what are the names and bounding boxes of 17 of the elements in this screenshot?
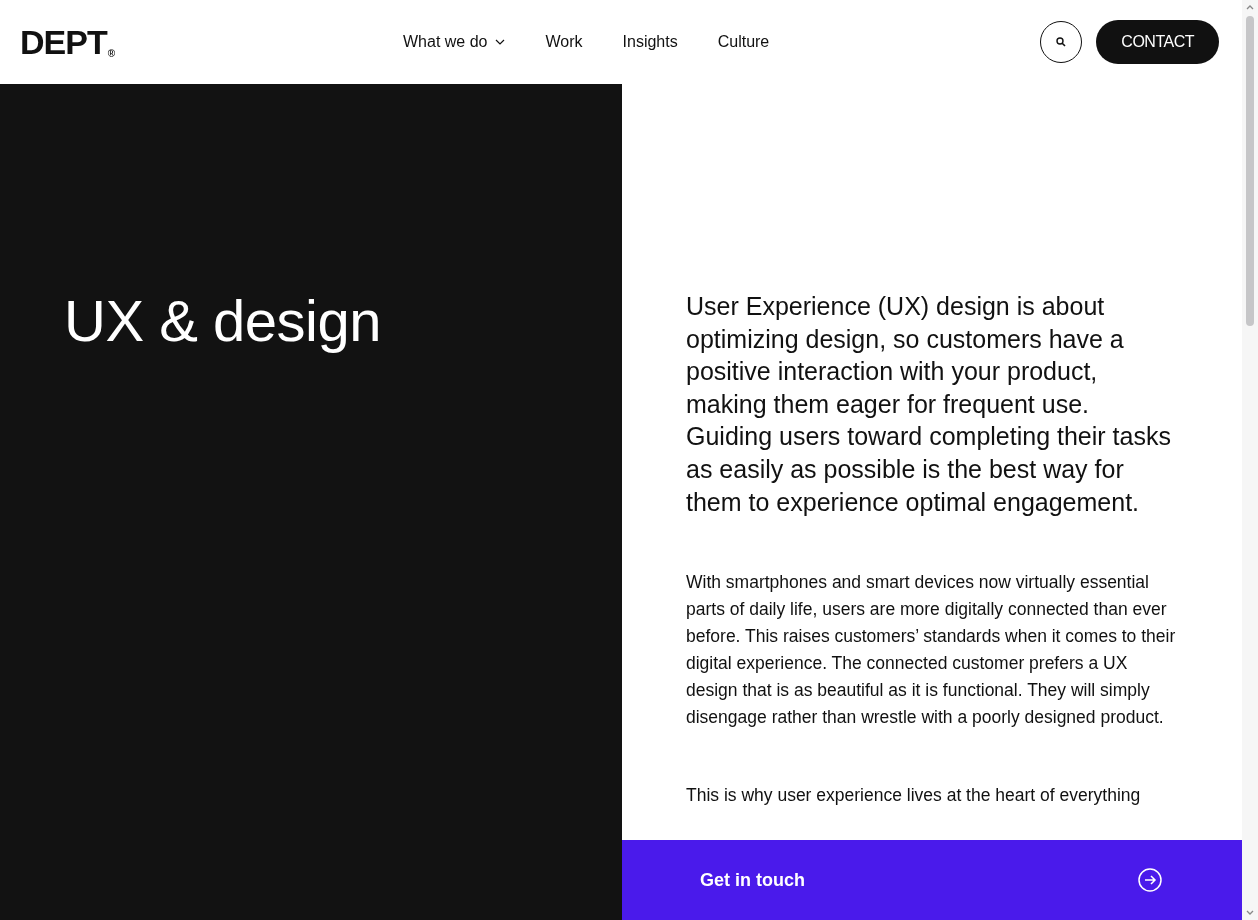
logo[interactable]: DEPT xyxy=(20,25,107,59)
chevron-down-icon xyxy=(495,39,506,45)
contact-button[interactable]: CONTACT xyxy=(1096,20,1219,64)
body-paragraph: With smartphones and smart devices now virtually essential parts of daily life, users are more digitally connected than ever before. This raises customers’ standards when it comes to their digital experience. The connected customer prefers a UX design that is as beautiful as it is functional. They will simply disengage rather than wrestle with a poorly designed product. xyxy=(686,571,1177,730)
nav-link[interactable]: Work xyxy=(545,30,583,54)
get-in-touch-label: Get in touch xyxy=(700,868,805,892)
nav-link[interactable]: What we do xyxy=(403,30,506,54)
scrollbar[interactable] xyxy=(1242,0,1258,920)
search-icon xyxy=(1056,37,1067,47)
scrollbar-thumb[interactable] xyxy=(1246,16,1254,326)
body-paragraph: This is why user experience lives at the heart of everything xyxy=(686,784,1142,808)
lead-paragraph: User Experience (UX) design is about optimizing design, so customers have a positive interaction with your product, making them eager for frequent use. Guiding users toward completing their tasks as easily as possible is the best way for them to experience optimal engagement. xyxy=(686,291,1172,518)
nav-link[interactable]: Insights xyxy=(622,30,678,54)
arrow-right-circle-icon xyxy=(1138,868,1162,892)
get-in-touch-bar[interactable]: Get in touch xyxy=(622,840,1242,920)
nav-link[interactable]: Culture xyxy=(717,30,770,54)
registered-mark: ® xyxy=(107,48,116,61)
